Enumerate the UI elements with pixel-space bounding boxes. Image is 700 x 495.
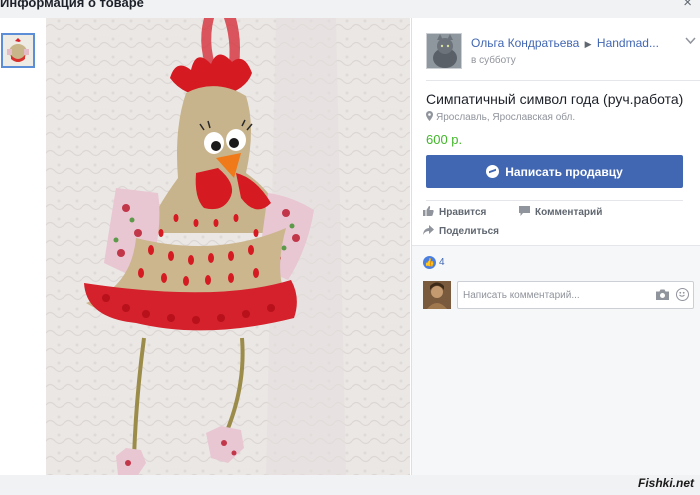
- user-avatar: [423, 281, 451, 309]
- smiley-icon[interactable]: [676, 288, 689, 301]
- divider: [426, 80, 700, 81]
- likes-count: 4: [439, 257, 445, 269]
- photo-thumbnail[interactable]: [1, 33, 35, 68]
- close-icon[interactable]: ×: [683, 0, 692, 11]
- seller-name-line: Ольга Кондратьева ▶ Handmad...: [471, 36, 659, 50]
- likes-summary[interactable]: 👍 4: [423, 256, 445, 269]
- thumbnail-column: [0, 18, 46, 475]
- group-name-link[interactable]: Handmad...: [597, 36, 659, 50]
- product-location: Ярославль, Ярославская обл.: [426, 111, 575, 123]
- share-label: Поделиться: [439, 226, 500, 237]
- like-label: Нравится: [439, 207, 487, 218]
- messenger-icon: [486, 165, 500, 178]
- share-icon: [423, 225, 434, 235]
- thumbs-up-icon: 👍: [423, 256, 436, 269]
- divider: [426, 200, 683, 201]
- like-icon: [423, 206, 434, 216]
- product-info-panel: Ольга Кондратьева ▶ Handmad... в субботу…: [411, 18, 700, 475]
- comment-composer: Написать комментарий...: [423, 281, 695, 309]
- watermark: Fishki.net: [637, 476, 694, 490]
- modal-title: Информация о товаре: [0, 0, 144, 10]
- product-photo[interactable]: [46, 18, 410, 475]
- seller-row: Ольга Кондратьева ▶ Handmad... в субботу: [426, 33, 696, 73]
- seller-avatar[interactable]: [426, 33, 462, 69]
- camera-icon[interactable]: [656, 289, 669, 300]
- bottom-bar: Fishki.net: [0, 475, 700, 495]
- comment-icon: [519, 206, 530, 216]
- product-title: Симпатичный символ года (руч.работа): [426, 91, 684, 107]
- product-price: 600 р.: [426, 132, 463, 147]
- message-seller-button[interactable]: Написать продавцу: [426, 155, 683, 188]
- modal-header: Информация о товаре ×: [0, 0, 700, 18]
- location-text: Ярославль, Ярославская обл.: [436, 112, 576, 123]
- chevron-down-icon[interactable]: [685, 35, 696, 47]
- share-action[interactable]: Поделиться: [423, 225, 499, 237]
- arrow-right-icon: ▶: [584, 39, 592, 49]
- message-seller-label: Написать продавцу: [505, 164, 623, 179]
- seller-name-link[interactable]: Ольга Кондратьева: [471, 36, 579, 50]
- comment-placeholder: Написать комментарий...: [463, 290, 580, 301]
- comment-label: Комментарий: [535, 207, 603, 218]
- like-action[interactable]: Нравится: [423, 206, 486, 218]
- location-pin-icon: [426, 111, 433, 121]
- post-timestamp[interactable]: в субботу: [471, 55, 516, 66]
- comment-action[interactable]: Комментарий: [519, 206, 602, 218]
